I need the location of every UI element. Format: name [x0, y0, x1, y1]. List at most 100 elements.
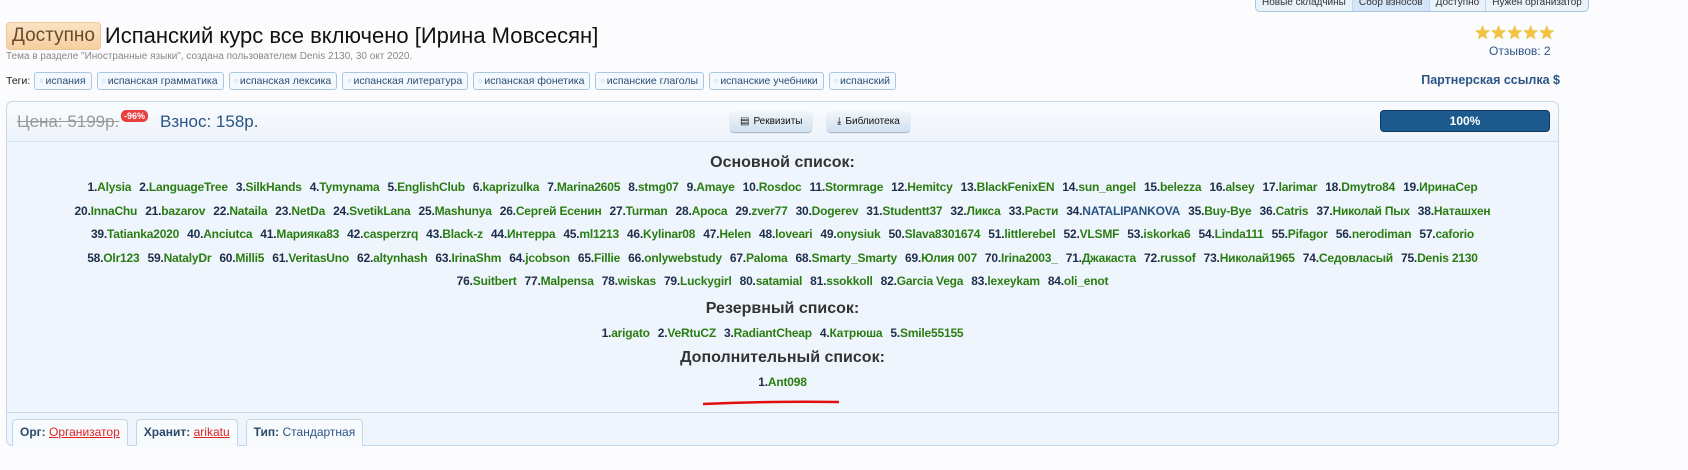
tab-new[interactable]: Новые складчины [1256, 0, 1353, 11]
participant-link[interactable]: casperzrq [363, 227, 418, 241]
participant-link[interactable]: lexeykam [987, 274, 1040, 288]
participant-link[interactable]: Irina2003_ [1001, 251, 1058, 265]
participant-link[interactable]: Mashunya [435, 204, 492, 218]
participant-link[interactable]: littlerebel [1004, 227, 1055, 241]
participant-link[interactable]: iskorka6 [1143, 227, 1190, 241]
participant-link[interactable]: larimar [1279, 180, 1318, 194]
tag[interactable]: испанский [828, 72, 897, 90]
participant-link[interactable]: Kylinar08 [643, 227, 695, 241]
participant-link[interactable]: Tymynama [319, 180, 379, 194]
participant-link[interactable]: Катрюша [830, 326, 883, 340]
participant-link[interactable]: Alysia [97, 180, 131, 194]
participant-link[interactable]: wiskas [618, 274, 656, 288]
participant-link[interactable]: Helen [719, 227, 751, 241]
participant-link[interactable]: InnaChu [91, 204, 138, 218]
participant-link[interactable]: Stormrage [825, 180, 883, 194]
participant-link[interactable]: onlywebstudy [644, 251, 722, 265]
participant-link[interactable]: Ant098 [768, 375, 807, 389]
participant-link[interactable]: sun_angel [1078, 180, 1136, 194]
tab-need-organizer[interactable]: Нужен организатор [1486, 0, 1588, 11]
tag[interactable]: испанские учебники [709, 72, 824, 90]
participant-link[interactable]: stmg07 [638, 180, 679, 194]
participant-link[interactable]: Malpensa [541, 274, 594, 288]
participant-link[interactable]: Garcia Vega [897, 274, 964, 288]
participant-link[interactable]: Rosdoc [759, 180, 802, 194]
tag[interactable]: испанские глаголы [595, 72, 705, 90]
participant-link[interactable]: Ликса [967, 204, 1001, 218]
participant-link[interactable]: Pifagor [1288, 227, 1328, 241]
participant-link[interactable]: altynhash [373, 251, 427, 265]
participant-link[interactable]: ssokkoll [826, 274, 873, 288]
participant-link[interactable]: Paloma [746, 251, 788, 265]
participant-link[interactable]: Юлия 007 [921, 251, 977, 265]
participant-link[interactable]: arigato [611, 326, 650, 340]
reviews-link[interactable]: Отзывов: 2 [1489, 44, 1551, 58]
participant-link[interactable]: Anciutca [203, 227, 252, 241]
participant-link[interactable]: VeRtuCZ [667, 326, 716, 340]
participant-link[interactable]: LanguageTree [149, 180, 228, 194]
participant-link[interactable]: BlackFenixEN [977, 180, 1055, 194]
participant-link[interactable]: Slava8301674 [905, 227, 981, 241]
participant-link[interactable]: Amaye [696, 180, 735, 194]
tag[interactable]: испанская грамматика [96, 72, 224, 90]
participant-link[interactable]: Hemitcy [907, 180, 952, 194]
participant-link[interactable]: jcobson [525, 251, 570, 265]
participant-link[interactable]: Седовласый [1319, 251, 1393, 265]
participant-link[interactable]: Николай1965 [1220, 251, 1295, 265]
participant-link[interactable]: bazarov [161, 204, 205, 218]
participant-link[interactable]: Dogerev [812, 204, 859, 218]
participant-link[interactable]: Smarty_Smarty [812, 251, 898, 265]
participant-link[interactable]: Olr123 [103, 251, 139, 265]
participant-link[interactable]: oli_enot [1064, 274, 1109, 288]
participant-link[interactable]: Николай Пых [1333, 204, 1410, 218]
participant-link[interactable]: EnglishClub [397, 180, 465, 194]
participant-link[interactable]: Марияка83 [276, 227, 339, 241]
participant-link[interactable]: loveari [775, 227, 812, 241]
participant-link[interactable]: SvetikLana [349, 204, 411, 218]
participant-link[interactable]: Denis 2130 [1417, 251, 1478, 265]
tab-available[interactable]: Доступно [1430, 0, 1487, 11]
participant-link[interactable]: Studentt37 [882, 204, 942, 218]
status-badge[interactable]: Доступно [6, 22, 101, 50]
participant-link[interactable]: Catris [1276, 204, 1309, 218]
participant-link[interactable]: Smile55155 [900, 326, 964, 340]
partner-link[interactable]: Партнерская ссылка $ [1421, 73, 1560, 87]
participant-link[interactable]: russof [1160, 251, 1196, 265]
participant-link[interactable]: caforio [1435, 227, 1474, 241]
participant-link[interactable]: Сергей Есенин [516, 204, 602, 218]
participant-link[interactable]: zver77 [751, 204, 787, 218]
participant-link[interactable]: satamial [756, 274, 803, 288]
tag[interactable]: испанская фонетика [473, 72, 591, 90]
participant-link[interactable]: RadiantCheap [734, 326, 812, 340]
participant-link[interactable]: VeritasUno [288, 251, 349, 265]
participant-link[interactable]: Tatianka2020 [107, 227, 179, 241]
participant-link[interactable]: Наташхен [1434, 204, 1491, 218]
participant-link[interactable]: Nataila [229, 204, 267, 218]
rating-stars[interactable]: ★★★★★ [1474, 22, 1555, 45]
participant-link[interactable]: Fillie [594, 251, 620, 265]
participant-link[interactable]: Расти [1025, 204, 1059, 218]
organizer-link[interactable]: Организатор [49, 425, 120, 439]
participant-link[interactable]: IrinaShm [451, 251, 501, 265]
participant-link[interactable]: NATALIPANKOVA [1082, 204, 1180, 218]
participant-link[interactable]: Apoca [692, 204, 728, 218]
participant-link[interactable]: ИринаСер [1419, 180, 1478, 194]
tag[interactable]: испанская литература [342, 72, 469, 90]
participant-link[interactable]: kaprizulka [483, 180, 540, 194]
participant-link[interactable]: Milli5 [235, 251, 264, 265]
participant-link[interactable]: Linda111 [1215, 227, 1264, 241]
keeper-link[interactable]: arikatu [194, 425, 230, 439]
participant-link[interactable]: belezza [1160, 180, 1201, 194]
library-button[interactable]: ⤓ Библиотека [827, 111, 910, 132]
participant-link[interactable]: nerodiman [1352, 227, 1412, 241]
participant-link[interactable]: alsey [1225, 180, 1254, 194]
participant-link[interactable]: Buy-Bye [1204, 204, 1251, 218]
participant-link[interactable]: Turman [626, 204, 668, 218]
participant-link[interactable]: Dmytro84 [1341, 180, 1395, 194]
participant-link[interactable]: Black-z [442, 227, 483, 241]
participant-link[interactable]: Джакаста [1082, 251, 1136, 265]
participant-link[interactable]: SilkHands [245, 180, 301, 194]
participant-link[interactable]: Suitbert [473, 274, 517, 288]
tab-collecting[interactable]: Сбор взносов [1352, 0, 1430, 11]
participant-link[interactable]: Интерра [507, 227, 556, 241]
